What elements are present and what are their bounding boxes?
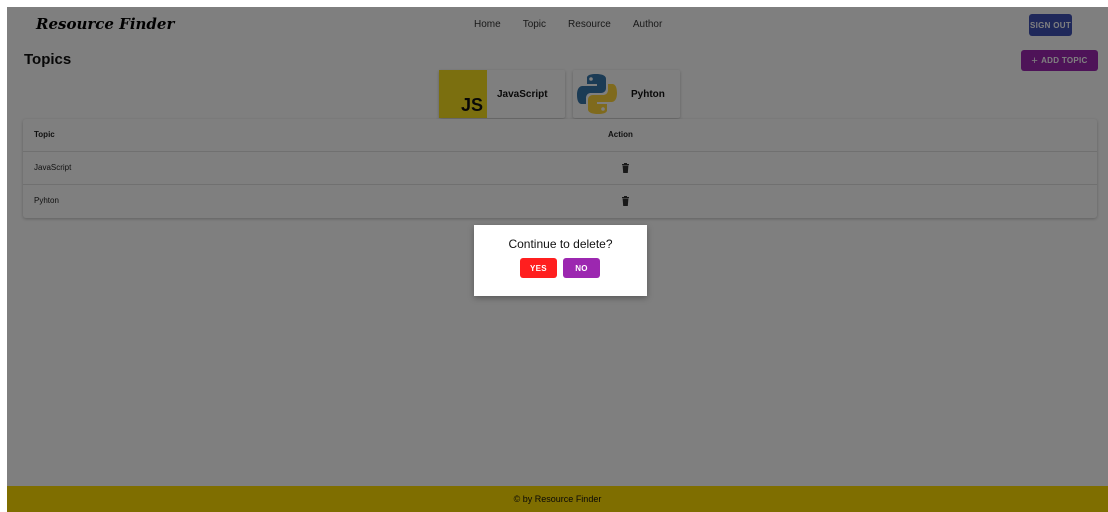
delete-confirm-dialog: Continue to delete? YES NO	[474, 225, 647, 296]
yes-button[interactable]: YES	[520, 258, 557, 278]
dialog-message: Continue to delete?	[508, 237, 613, 251]
no-button[interactable]: NO	[563, 258, 600, 278]
app-root: Resource Finder Home Topic Resource Auth…	[7, 7, 1108, 512]
